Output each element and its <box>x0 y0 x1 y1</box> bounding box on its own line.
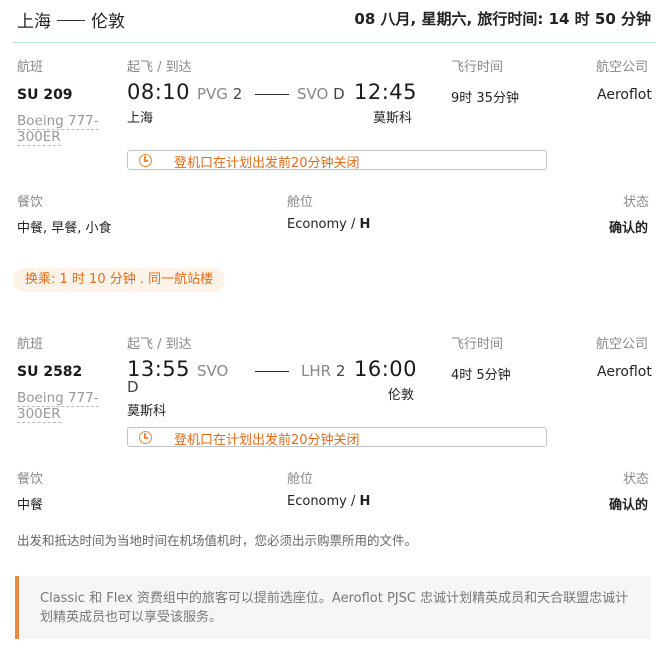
flight-duration: 9时 35分钟 <box>451 91 519 106</box>
flight-path-line <box>255 94 289 95</box>
departure-airport: SVO <box>197 362 229 380</box>
aircraft-type[interactable]: Boeing 777- 300ER <box>17 390 99 423</box>
flight-duration: 4时 5分钟 <box>451 368 511 383</box>
arrival-city: 莫斯科 <box>373 111 413 126</box>
clock-icon <box>139 431 152 444</box>
flight-label: 航班 <box>17 60 44 75</box>
clock-icon <box>139 154 152 167</box>
depart-arrive-label: 起飞 / 到达 <box>127 337 192 352</box>
status-value: 确认的 <box>609 221 649 236</box>
airline-name: Aeroflot <box>597 364 652 380</box>
airline-label: 航空公司 <box>596 337 649 352</box>
status-value: 确认的 <box>609 498 649 513</box>
flight-number: SU 2582 <box>17 364 83 380</box>
departure-city: 莫斯科 <box>127 404 167 419</box>
duration-label: 飞行时间 <box>451 60 504 75</box>
aircraft-type[interactable]: Boeing 777- 300ER <box>17 113 99 146</box>
itinerary-header: 上海 伦敦 08 八月, 星期六, 旅行时间: 14 时 50 分钟 <box>0 0 668 42</box>
seat-selection-info: Classic 和 Flex 资费组中的旅客可以提前选座位。Aeroflot P… <box>15 576 651 639</box>
arrival-city: 伦敦 <box>388 388 415 403</box>
boarding-notice: 登机口在计划出发前20分钟关闭 <box>127 427 547 448</box>
meals-label: 餐饮 <box>17 195 44 210</box>
departure-airport: PVG 2 <box>197 85 243 103</box>
departure-time: 08:10 <box>127 80 191 104</box>
arrival-airport: SVO D <box>297 85 345 103</box>
airline-label: 航空公司 <box>596 60 649 75</box>
cabin-label: 舱位 <box>287 472 314 487</box>
boarding-notice-text: 登机口在计划出发前20分钟关闭 <box>174 156 360 171</box>
boarding-notice-text: 登机口在计划出发前20分钟关闭 <box>174 433 360 448</box>
flight-number: SU 209 <box>17 87 73 103</box>
cabin-value: Economy / H <box>287 217 371 232</box>
local-time-footnote: 出发和抵达时间为当地时间在机场值机时，您必须出示购票所用的文件。 <box>17 533 418 548</box>
departure-city: 上海 <box>127 111 154 126</box>
trip-summary: 08 八月, 星期六, 旅行时间: 14 时 50 分钟 <box>354 10 651 28</box>
meals-value: 中餐 <box>17 498 44 513</box>
route-dash <box>57 20 85 21</box>
arrival-time: 12:45 <box>354 80 418 104</box>
destination-city: 伦敦 <box>91 12 125 32</box>
header-divider <box>12 42 656 43</box>
status-label: 状态 <box>623 472 650 487</box>
origin-city: 上海 <box>17 12 51 32</box>
route-title: 上海 伦敦 <box>17 7 125 32</box>
arrival-time: 16:00 <box>354 357 418 381</box>
boarding-notice: 登机口在计划出发前20分钟关闭 <box>127 150 547 171</box>
flight-path-line <box>255 371 289 372</box>
cabin-value: Economy / H <box>287 494 371 509</box>
flight-label: 航班 <box>17 337 44 352</box>
status-label: 状态 <box>623 195 650 210</box>
cabin-label: 舱位 <box>287 195 314 210</box>
duration-label: 飞行时间 <box>451 337 504 352</box>
seat-selection-info-text: Classic 和 Flex 资费组中的旅客可以提前选座位。Aeroflot P… <box>40 591 629 625</box>
transfer-badge: 换乘: 1 时 10 分钟 . 同一航站楼 <box>13 268 226 292</box>
depart-arrive-label: 起飞 / 到达 <box>127 60 192 75</box>
departure-terminal: D <box>127 378 139 396</box>
arrival-airport: LHR 2 <box>301 362 346 380</box>
airline-name: Aeroflot <box>597 87 652 103</box>
meals-label: 餐饮 <box>17 472 44 487</box>
meals-value: 中餐, 早餐, 小食 <box>17 221 112 236</box>
